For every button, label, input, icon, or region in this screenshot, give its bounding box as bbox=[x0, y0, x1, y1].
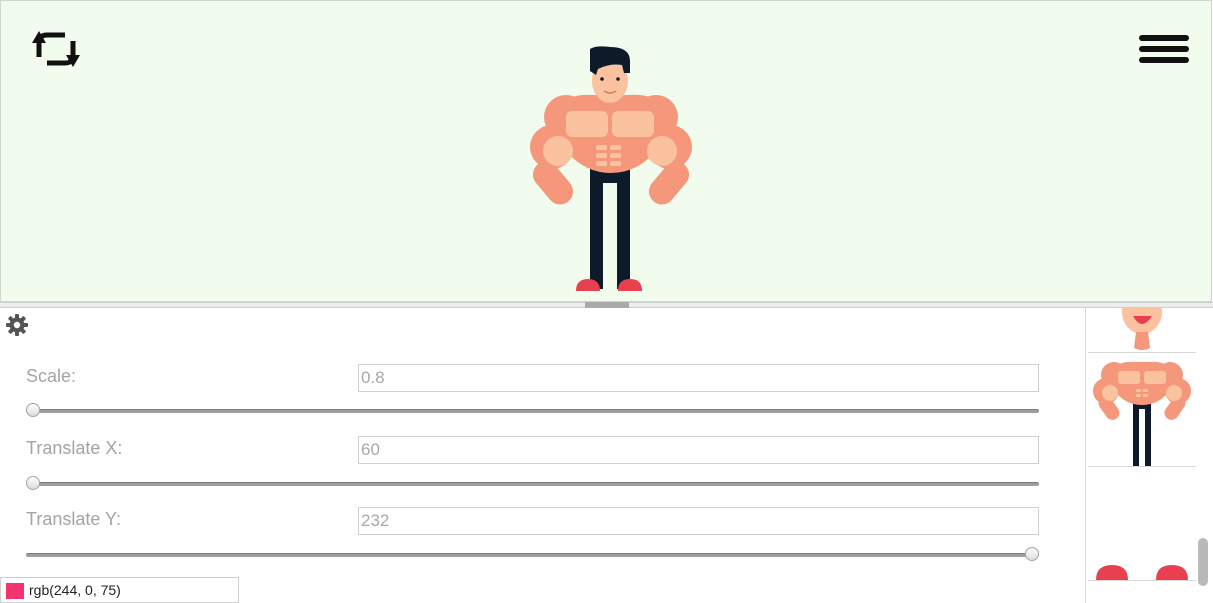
menu-bar bbox=[1139, 57, 1189, 63]
parts-list-scrollbar[interactable] bbox=[1198, 538, 1208, 586]
gear-icon bbox=[6, 314, 28, 336]
color-value: rgb(244, 0, 75) bbox=[29, 582, 121, 598]
translate-x-slider[interactable] bbox=[26, 476, 1039, 490]
translate-y-input[interactable] bbox=[358, 507, 1039, 535]
hamburger-menu-icon[interactable] bbox=[1139, 35, 1189, 65]
scale-input[interactable] bbox=[358, 364, 1039, 392]
character-figure bbox=[530, 46, 692, 291]
menu-bar bbox=[1139, 46, 1189, 52]
scale-slider[interactable] bbox=[26, 403, 1039, 417]
scale-slider-thumb[interactable] bbox=[26, 403, 40, 417]
refresh-cycle-icon bbox=[32, 31, 80, 67]
refresh-button[interactable] bbox=[29, 27, 83, 71]
color-swatch bbox=[6, 583, 24, 599]
settings-panel: Scale: Translate X: Translate Y: bbox=[0, 308, 1085, 603]
part-item-body[interactable] bbox=[1088, 353, 1196, 467]
settings-button[interactable] bbox=[6, 314, 28, 336]
part-item-shoes[interactable] bbox=[1088, 467, 1196, 581]
scale-label: Scale: bbox=[26, 366, 77, 386]
translate-y-label: Translate Y: bbox=[26, 509, 122, 529]
color-picker-field[interactable]: rgb(244, 0, 75) bbox=[0, 577, 239, 603]
translate-y-slider-thumb[interactable] bbox=[1025, 547, 1039, 561]
parts-list bbox=[1085, 308, 1213, 603]
menu-bar bbox=[1139, 35, 1189, 41]
translate-x-label: Translate X: bbox=[26, 438, 123, 458]
translate-x-slider-thumb[interactable] bbox=[26, 476, 40, 490]
translate-x-input[interactable] bbox=[358, 436, 1039, 464]
translate-y-slider[interactable] bbox=[26, 547, 1039, 561]
preview-canvas bbox=[0, 0, 1212, 302]
part-item-head[interactable] bbox=[1088, 308, 1196, 353]
